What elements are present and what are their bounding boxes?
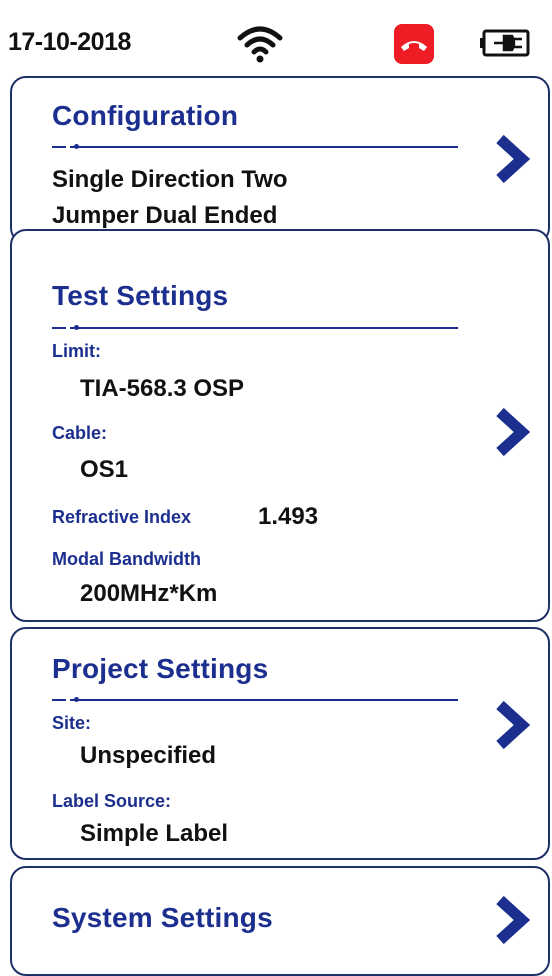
chevron-right-icon[interactable]: [492, 699, 532, 751]
test-settings-card[interactable]: Test Settings Limit: TIA-568.3 OSP Cable…: [10, 229, 550, 622]
chevron-right-icon[interactable]: [492, 894, 532, 946]
configuration-title: Configuration: [52, 100, 239, 131]
limit-label: Limit:: [52, 341, 101, 361]
label-source-value: Simple Label: [80, 820, 229, 847]
test-settings-title: Test Settings: [52, 280, 229, 311]
system-settings-card[interactable]: System Settings: [10, 866, 550, 976]
section-divider: [52, 325, 458, 330]
wifi-icon: [237, 26, 283, 63]
modal-bandwidth-label: Modal Bandwidth: [52, 549, 201, 569]
section-divider: [52, 144, 458, 149]
configuration-value-line1: Single Direction Two: [52, 166, 288, 193]
project-settings-title: Project Settings: [52, 653, 269, 684]
hang-up-call-icon[interactable]: [394, 24, 434, 64]
limit-value: TIA-568.3 OSP: [80, 375, 245, 402]
refractive-index-label: Refractive Index: [52, 507, 192, 527]
refractive-index-value: 1.493: [258, 503, 319, 530]
project-settings-card[interactable]: Project Settings Site: Unspecified Label…: [10, 627, 550, 860]
label-source-label: Label Source:: [52, 791, 172, 811]
cable-value: OS1: [80, 456, 129, 483]
chevron-right-icon[interactable]: [492, 406, 532, 458]
configuration-value-line2: Jumper Dual Ended: [52, 202, 278, 229]
status-bar: 17-10-2018: [0, 0, 552, 70]
configuration-card[interactable]: Configuration Single Direction Two Jumpe…: [10, 76, 550, 244]
cable-label: Cable:: [52, 423, 108, 443]
site-label: Site:: [52, 713, 92, 733]
battery-plug-icon: [480, 29, 530, 57]
date-label: 17-10-2018: [8, 28, 131, 56]
modal-bandwidth-value: 200MHz*Km: [80, 580, 218, 607]
chevron-right-icon[interactable]: [492, 133, 532, 185]
system-settings-title: System Settings: [52, 902, 273, 933]
section-divider: [52, 697, 458, 702]
site-value: Unspecified: [80, 742, 217, 769]
